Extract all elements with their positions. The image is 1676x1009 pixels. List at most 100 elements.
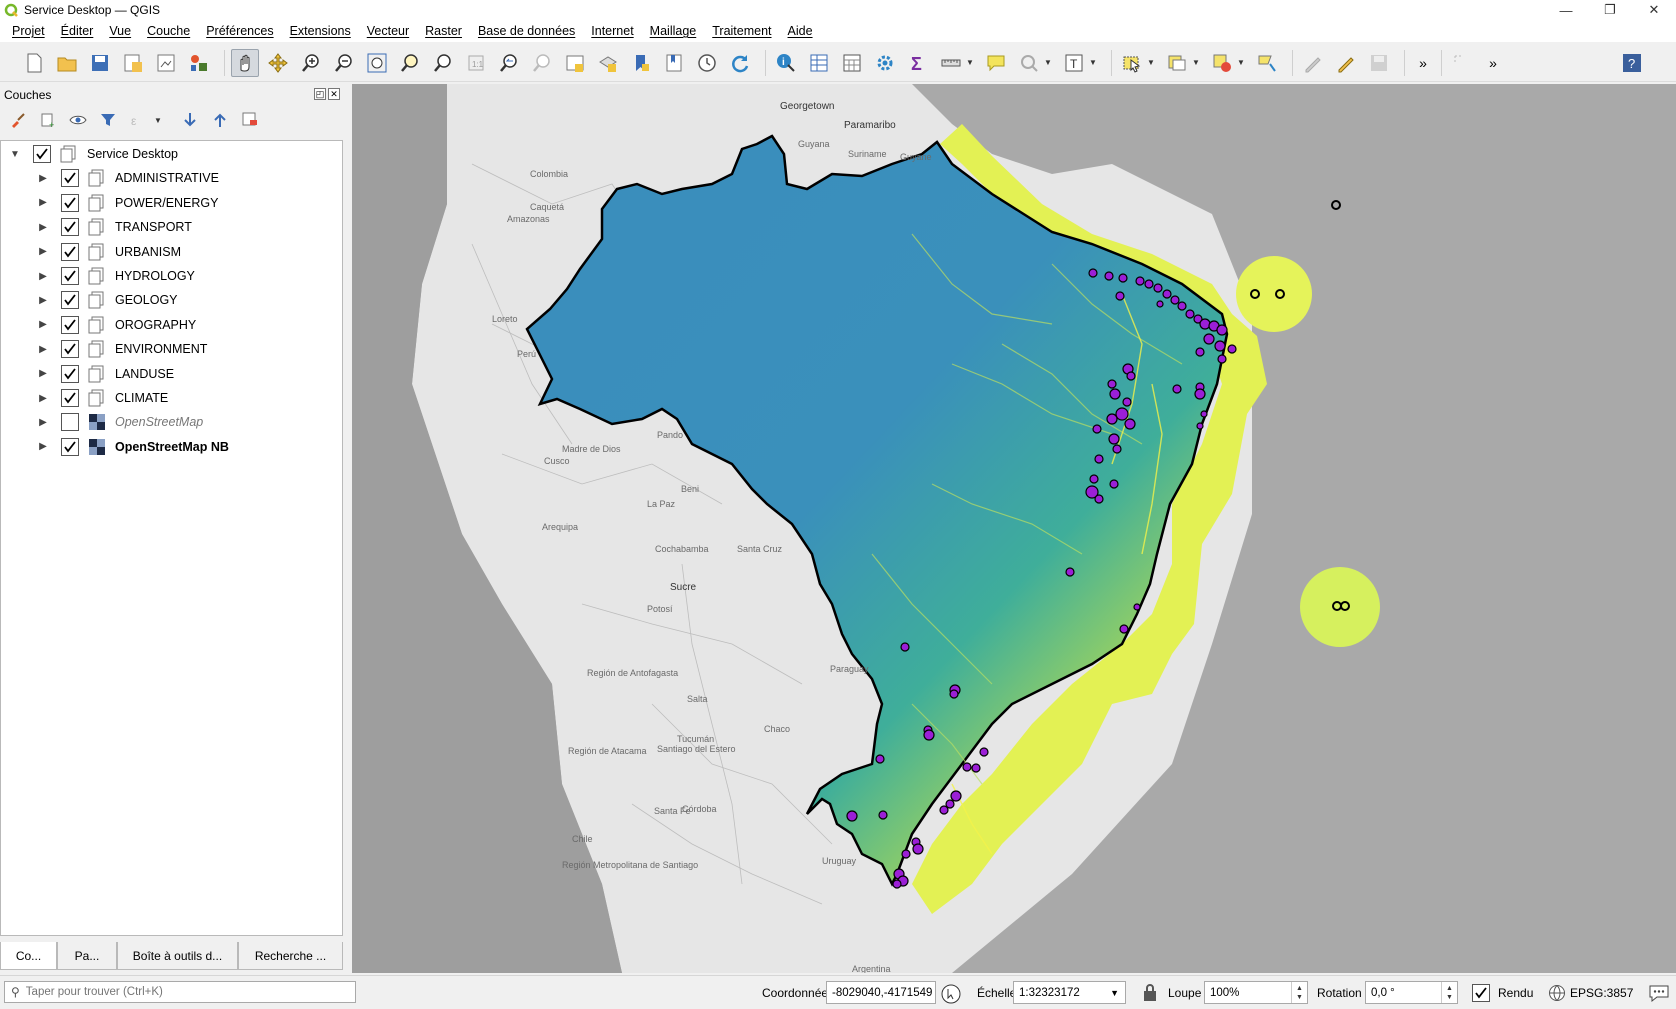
add-group-button[interactable]: + (38, 110, 58, 130)
digitize-button[interactable] (1448, 49, 1476, 77)
magnifier-spinbox[interactable]: 100% ▲ ▼ (1204, 981, 1308, 1004)
save-as-button[interactable] (119, 49, 147, 77)
layer-checkbox[interactable] (61, 267, 79, 285)
tree-group-service-desktop[interactable]: ▼ Service Desktop (1, 141, 342, 167)
toolbar-overflow-1[interactable]: » (1411, 55, 1435, 71)
locator-input[interactable] (25, 986, 326, 998)
mouse-coordinate-toggle[interactable] (940, 983, 962, 1005)
tab-processing-toolbox[interactable]: Boîte à outils d... (117, 942, 238, 970)
coordinate-field[interactable]: -8029040,-4171549 (826, 981, 936, 1004)
measure-dropdown-icon[interactable]: ▼ (966, 58, 976, 67)
maximize-button[interactable]: ❐ (1588, 0, 1632, 20)
menu-vue[interactable]: Vue (103, 24, 141, 38)
tree-layer-row[interactable]: ▶ GEOLOGY (1, 287, 342, 313)
layer-checkbox[interactable] (61, 242, 79, 261)
collapse-all-button[interactable] (210, 110, 230, 130)
current-edits-button[interactable] (1299, 49, 1327, 77)
scale-combobox[interactable]: 1:32323172 ▼ (1013, 981, 1126, 1004)
tree-layer-row[interactable]: ▶ OpenStreetMap NB (1, 434, 342, 460)
expand-arrow-icon[interactable]: ▶ (37, 319, 49, 331)
filter-expression-button[interactable]: ε (128, 110, 148, 130)
expand-arrow-icon[interactable]: ▶ (37, 294, 49, 306)
expand-arrow-icon[interactable]: ▶ (37, 392, 49, 404)
layer-checkbox[interactable] (61, 193, 79, 212)
field-calculator-button[interactable] (838, 49, 866, 77)
save-edits-button[interactable] (1365, 49, 1393, 77)
layer-checkbox[interactable] (33, 145, 51, 163)
text-annotation-button[interactable]: T (1060, 49, 1088, 77)
tree-layer-row[interactable]: ▶ OROGRAPHY (1, 312, 342, 338)
statistics-button[interactable]: Σ (904, 49, 932, 77)
save-project-button[interactable] (86, 49, 114, 77)
expand-arrow-icon[interactable]: ▶ (37, 441, 49, 453)
float-panel-button[interactable]: ◰ (314, 88, 326, 100)
locate-button[interactable] (1015, 49, 1043, 77)
show-bookmarks-button[interactable] (660, 49, 688, 77)
menu-projet[interactable]: Projet (6, 24, 55, 38)
toolbar-overflow-2[interactable]: » (1481, 55, 1505, 71)
layer-checkbox[interactable] (61, 169, 79, 188)
select-dropdown-icon[interactable]: ▼ (1147, 58, 1157, 67)
menu-couche[interactable]: Couche (141, 24, 200, 38)
rotation-spinbox[interactable]: 0,0 ° ▲ ▼ (1365, 981, 1458, 1004)
expand-arrow-icon[interactable]: ▶ (37, 416, 49, 428)
crs-label[interactable]: EPSG:3857 (1570, 986, 1633, 1000)
locate-dropdown-icon[interactable]: ▼ (1044, 58, 1054, 67)
menu-extensions[interactable]: Extensions (284, 24, 361, 38)
tab-search[interactable]: Recherche ... (238, 942, 343, 970)
layer-checkbox[interactable] (61, 340, 79, 359)
menu-vecteur[interactable]: Vecteur (361, 24, 419, 38)
select-value-dropdown-icon[interactable]: ▼ (1192, 58, 1202, 67)
menu-preferences[interactable]: Préférences (200, 24, 283, 38)
locator-bar[interactable]: ⚲ (4, 981, 356, 1003)
pan-to-selection-button[interactable] (264, 49, 292, 77)
menu-internet[interactable]: Internet (585, 24, 643, 38)
layer-checkbox[interactable] (61, 437, 79, 456)
tree-layer-row[interactable]: ▶ TRANSPORT (1, 214, 342, 240)
pan-map-button[interactable] (231, 48, 259, 77)
menu-aide[interactable]: Aide (782, 24, 823, 38)
close-panel-button[interactable]: ✕ (328, 88, 340, 100)
print-layout-button[interactable] (152, 49, 180, 77)
refresh-button[interactable] (726, 49, 754, 77)
tree-layer-row[interactable]: ▶ CLIMATE (1, 385, 342, 411)
toggle-editing-button[interactable] (1332, 49, 1360, 77)
map-tips-button[interactable] (982, 49, 1010, 77)
menu-editer[interactable]: Éditer (55, 24, 104, 38)
attribute-table-button[interactable] (805, 49, 833, 77)
lock-scale-button[interactable] (1141, 983, 1159, 1006)
layer-checkbox[interactable] (61, 315, 79, 334)
tree-layer-row[interactable]: ▶ URBANISM (1, 239, 342, 265)
zoom-in-button[interactable] (297, 49, 325, 77)
menu-raster[interactable]: Raster (419, 24, 472, 38)
new-project-button[interactable] (20, 49, 48, 77)
menu-traitement[interactable]: Traitement (706, 24, 781, 38)
menu-base-de-donnees[interactable]: Base de données (472, 24, 585, 38)
tree-layer-row[interactable]: ▶ OpenStreetMap (1, 409, 342, 435)
layer-checkbox[interactable] (61, 218, 79, 237)
annotation-dropdown-icon[interactable]: ▼ (1089, 58, 1099, 67)
collapse-arrow-icon[interactable]: ▼ (9, 148, 21, 160)
open-styling-button[interactable] (8, 110, 28, 130)
layer-checkbox[interactable] (61, 413, 79, 432)
filter-legend-button[interactable] (98, 110, 118, 130)
minimize-button[interactable]: — (1544, 0, 1588, 20)
expand-all-button[interactable] (180, 110, 200, 130)
select-by-value-button[interactable] (1163, 49, 1191, 77)
expand-arrow-icon[interactable]: ▶ (37, 343, 49, 355)
new-3d-view-button[interactable] (594, 49, 622, 77)
expand-arrow-icon[interactable]: ▶ (37, 270, 49, 282)
zoom-out-button[interactable] (330, 49, 358, 77)
render-checkbox[interactable] (1472, 984, 1490, 1002)
open-project-button[interactable] (53, 49, 81, 77)
style-manager-button[interactable] (185, 49, 213, 77)
remove-layer-button[interactable] (240, 110, 260, 130)
new-map-view-button[interactable] (561, 49, 589, 77)
identify-features-button[interactable]: i (772, 49, 800, 77)
zoom-native-button[interactable]: 1:1 (462, 49, 490, 77)
spin-arrows-icon[interactable]: ▲ ▼ (1441, 982, 1457, 1003)
map-canvas[interactable]: Georgetown Paramaribo Sucre Guyana Suriname G… (352, 84, 1676, 973)
deselect-button[interactable] (1208, 49, 1236, 77)
zoom-to-layer-button[interactable] (429, 49, 457, 77)
layer-checkbox[interactable] (61, 364, 79, 383)
